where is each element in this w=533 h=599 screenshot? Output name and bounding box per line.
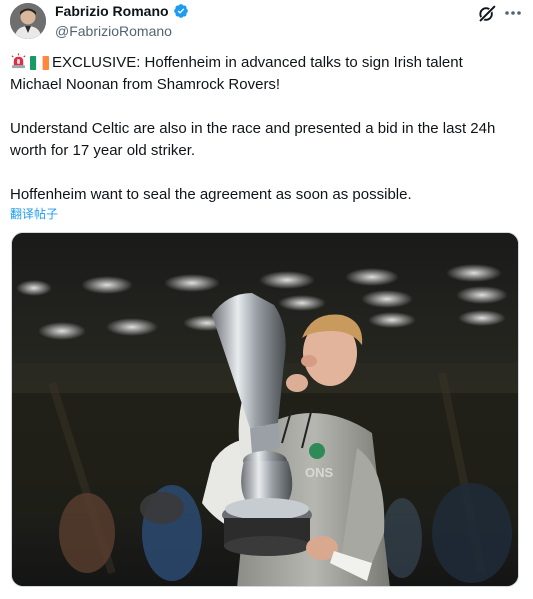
more-horizontal-icon[interactable] <box>503 4 523 22</box>
tweet-text-line4: worth for 17 year old striker. <box>10 142 196 159</box>
tweet-text-line3: Understand Celtic are also in the race a… <box>10 120 496 137</box>
translate-post-link[interactable]: 翻译帖子 <box>10 205 58 222</box>
grok-icon[interactable] <box>476 3 498 25</box>
tweet-text-line2: Michael Noonan from Shamrock Rovers! <box>10 76 281 93</box>
avatar-image <box>10 3 46 39</box>
author-handle[interactable]: @FabrizioRomano <box>55 23 172 39</box>
author-display-name[interactable]: Fabrizio Romano <box>55 3 169 19</box>
tweet-card: Fabrizio Romano @FabrizioRomano EXCLUSIV… <box>0 0 533 599</box>
tweet-text-line5: Hoffenheim want to seal the agreement as… <box>10 186 412 203</box>
tweet-photo[interactable]: ONS <box>11 232 519 587</box>
verified-badge-icon <box>173 3 189 19</box>
author-name-row: Fabrizio Romano <box>55 3 189 19</box>
tweet-text-line1: EXCLUSIVE: Hoffenheim in advanced talks … <box>52 54 463 71</box>
jersey-text: ONS <box>305 465 334 480</box>
photo-image: ONS <box>12 233 518 586</box>
avatar[interactable] <box>10 3 46 39</box>
